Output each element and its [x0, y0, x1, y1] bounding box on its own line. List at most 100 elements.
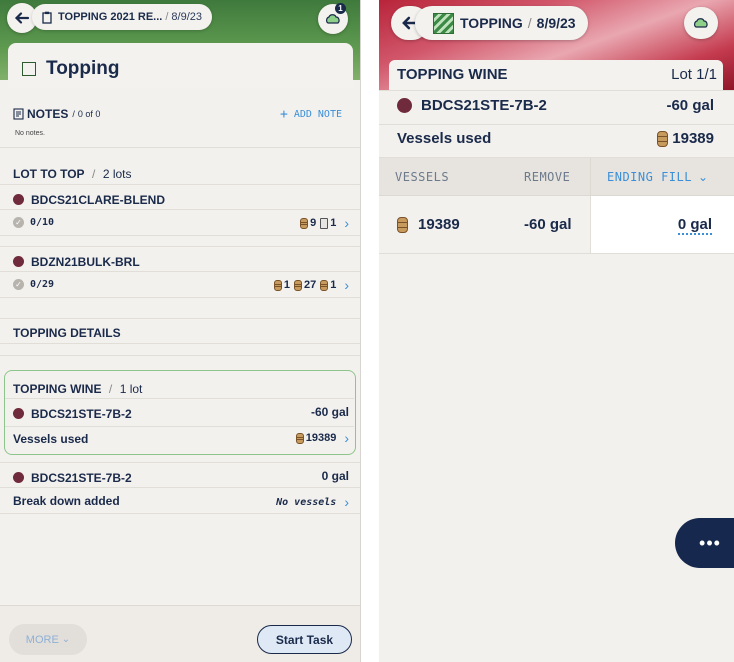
chevron-down-icon: ⌄: [61, 634, 71, 645]
barrel-count-chip: 1: [320, 279, 336, 291]
column-header-vessels: VESSELS: [395, 170, 450, 184]
barrel-icon: [397, 216, 408, 233]
topping-wine-label: TOPPING WINE: [13, 382, 102, 396]
section-title: TOPPING WINE: [397, 66, 508, 83]
breadcrumb-date: 8/9/23: [536, 15, 576, 31]
row-vessel: 19389: [418, 216, 460, 233]
topping-wine-volume: -60 gal: [310, 405, 349, 419]
vessel-chip: 19389: [295, 432, 336, 444]
wine-dot-icon: [13, 408, 24, 420]
topping-task-icon: [433, 12, 454, 34]
breakdown-added-row[interactable]: Break down added No vessels ›: [0, 488, 360, 514]
add-note-button[interactable]: + ADD NOTE: [280, 107, 342, 122]
topping-wine-count: 1 lot: [119, 382, 143, 396]
breakdown-volume: 0 gal: [321, 469, 349, 483]
wine-dot-icon: [13, 194, 24, 206]
grape-icon: [694, 18, 708, 28]
task-title-card: Topping: [8, 43, 353, 88]
grape-button[interactable]: [684, 7, 718, 39]
wine-dot-icon: [13, 256, 24, 268]
breakdown-lot-row: BDCS21STE-7B-2 0 gal: [0, 462, 360, 488]
task-detail-panel: TOPPING 2021 RE... / 8/9/23 1 Topping NO…: [0, 0, 361, 662]
topping-details-section: TOPPING DETAILS: [0, 318, 360, 344]
lot-volume: -60 gal: [666, 97, 714, 114]
vessels-used-label: Vessels used: [397, 130, 492, 147]
topping-wine-lot: BDCS21STE-7B-2: [31, 407, 132, 421]
breakdown-label: Break down added: [13, 494, 120, 508]
vessels-used-label: Vessels used: [13, 432, 89, 446]
note-icon: [13, 108, 24, 120]
lot-row: BDCS21STE-7B-2 -60 gal: [379, 90, 734, 125]
tank-icon: [320, 217, 329, 229]
breadcrumb-title: TOPPING 2021 RE...: [58, 11, 163, 23]
lot-to-top-count: 2 lots: [102, 167, 132, 181]
lot-to-top-label: LOT TO TOP: [13, 167, 85, 181]
task-footer: MORE ⌄ Start Task: [0, 605, 360, 662]
notes-count: 0 of 0: [77, 109, 101, 119]
barrel-icon: [295, 432, 304, 444]
lot-counter: Lot 1/1: [671, 66, 717, 83]
notification-badge: 1: [335, 3, 346, 14]
lot-name: BDCS21STE-7B-2: [421, 97, 547, 114]
chevron-down-icon: ⌄: [697, 170, 709, 184]
lot-item-header[interactable]: BDZN21BULK-BRL: [0, 246, 360, 272]
breadcrumb[interactable]: TOPPING / 8/9/23: [415, 6, 588, 40]
ending-fill-input[interactable]: 0 gal: [590, 196, 734, 253]
lot-progress: 0/29: [30, 279, 55, 290]
vessel-id: 19389: [672, 130, 714, 147]
wine-dot-icon: [397, 98, 412, 114]
lot-item-progress[interactable]: ✓ 0/10 9 1 ›: [0, 210, 360, 236]
lot-name: BDZN21BULK-BRL: [31, 255, 140, 269]
lot-item-header[interactable]: BDCS21CLARE-BLEND: [0, 184, 360, 210]
lot-to-top-header: LOT TO TOP / 2 lots: [13, 167, 132, 181]
row-remove: -60 gal: [524, 216, 572, 233]
check-circle-icon: ✓: [13, 279, 24, 290]
barrel-icon: [320, 279, 329, 291]
notes-section: NOTES / 0 of 0 + ADD NOTE No notes.: [0, 100, 360, 148]
task-checkbox-icon[interactable]: [22, 62, 36, 76]
more-actions-button[interactable]: •••: [675, 518, 734, 568]
lot-progress: 0/10: [30, 217, 55, 228]
ellipsis-icon: •••: [699, 532, 721, 553]
arrow-left-icon: [14, 12, 30, 24]
chevron-right-icon: ›: [344, 215, 349, 231]
barrel-icon: [300, 217, 309, 229]
table-row: 19389 -60 gal 0 gal: [379, 196, 734, 254]
breakdown-lot-name: BDCS21STE-7B-2: [31, 471, 132, 485]
breadcrumb-title: TOPPING: [460, 15, 523, 31]
barrel-count-chip: 27: [293, 279, 316, 291]
barrel-icon: [293, 279, 302, 291]
page-title: Topping: [46, 58, 120, 79]
barrel-count-chip: 9: [300, 217, 316, 229]
ending-fill-sort-button[interactable]: ENDING FILL ⌄: [590, 158, 734, 196]
lot-item-progress[interactable]: ✓ 0/29 1 27 1 ›: [0, 272, 360, 298]
chevron-right-icon: ›: [344, 277, 349, 293]
column-header-remove: REMOVE: [524, 170, 571, 184]
topping-wine-panel: TOPPING / 8/9/23 TOPPING WINE Lot 1/1 BD…: [379, 0, 734, 662]
breakdown-value: No vessels: [276, 496, 337, 508]
topping-details-label: TOPPING DETAILS: [13, 326, 121, 340]
breadcrumb[interactable]: TOPPING 2021 RE... / 8/9/23: [32, 4, 212, 30]
check-circle-icon: ✓: [13, 217, 24, 228]
tank-count-chip: 1: [320, 217, 336, 229]
vessels-used-row: Vessels used 19389: [379, 125, 734, 158]
barrel-count-chip: 1: [273, 279, 290, 291]
chevron-right-icon: ›: [344, 494, 349, 510]
notes-label: NOTES: [27, 107, 69, 121]
topping-wine-header: TOPPING WINE Lot 1/1: [389, 60, 723, 90]
more-button[interactable]: MORE ⌄: [9, 624, 87, 655]
barrel-icon: [657, 130, 669, 147]
lot-name: BDCS21CLARE-BLEND: [31, 193, 166, 207]
wine-dot-icon: [13, 472, 24, 484]
top-bar: TOPPING 2021 RE... / 8/9/23 1: [0, 0, 360, 36]
breadcrumb-date: 8/9/23: [171, 11, 202, 23]
grape-icon: [326, 14, 340, 24]
start-task-button[interactable]: Start Task: [257, 625, 352, 654]
clipboard-icon: [42, 11, 52, 24]
chevron-right-icon: ›: [344, 430, 349, 446]
topping-wine-card[interactable]: TOPPING WINE / 1 lot BDCS21STE-7B-2 -60 …: [4, 370, 356, 455]
notifications-button[interactable]: 1: [318, 3, 348, 34]
notes-empty-text: No notes.: [15, 130, 45, 137]
barrel-icon: [273, 279, 282, 291]
plus-icon: +: [280, 107, 288, 122]
